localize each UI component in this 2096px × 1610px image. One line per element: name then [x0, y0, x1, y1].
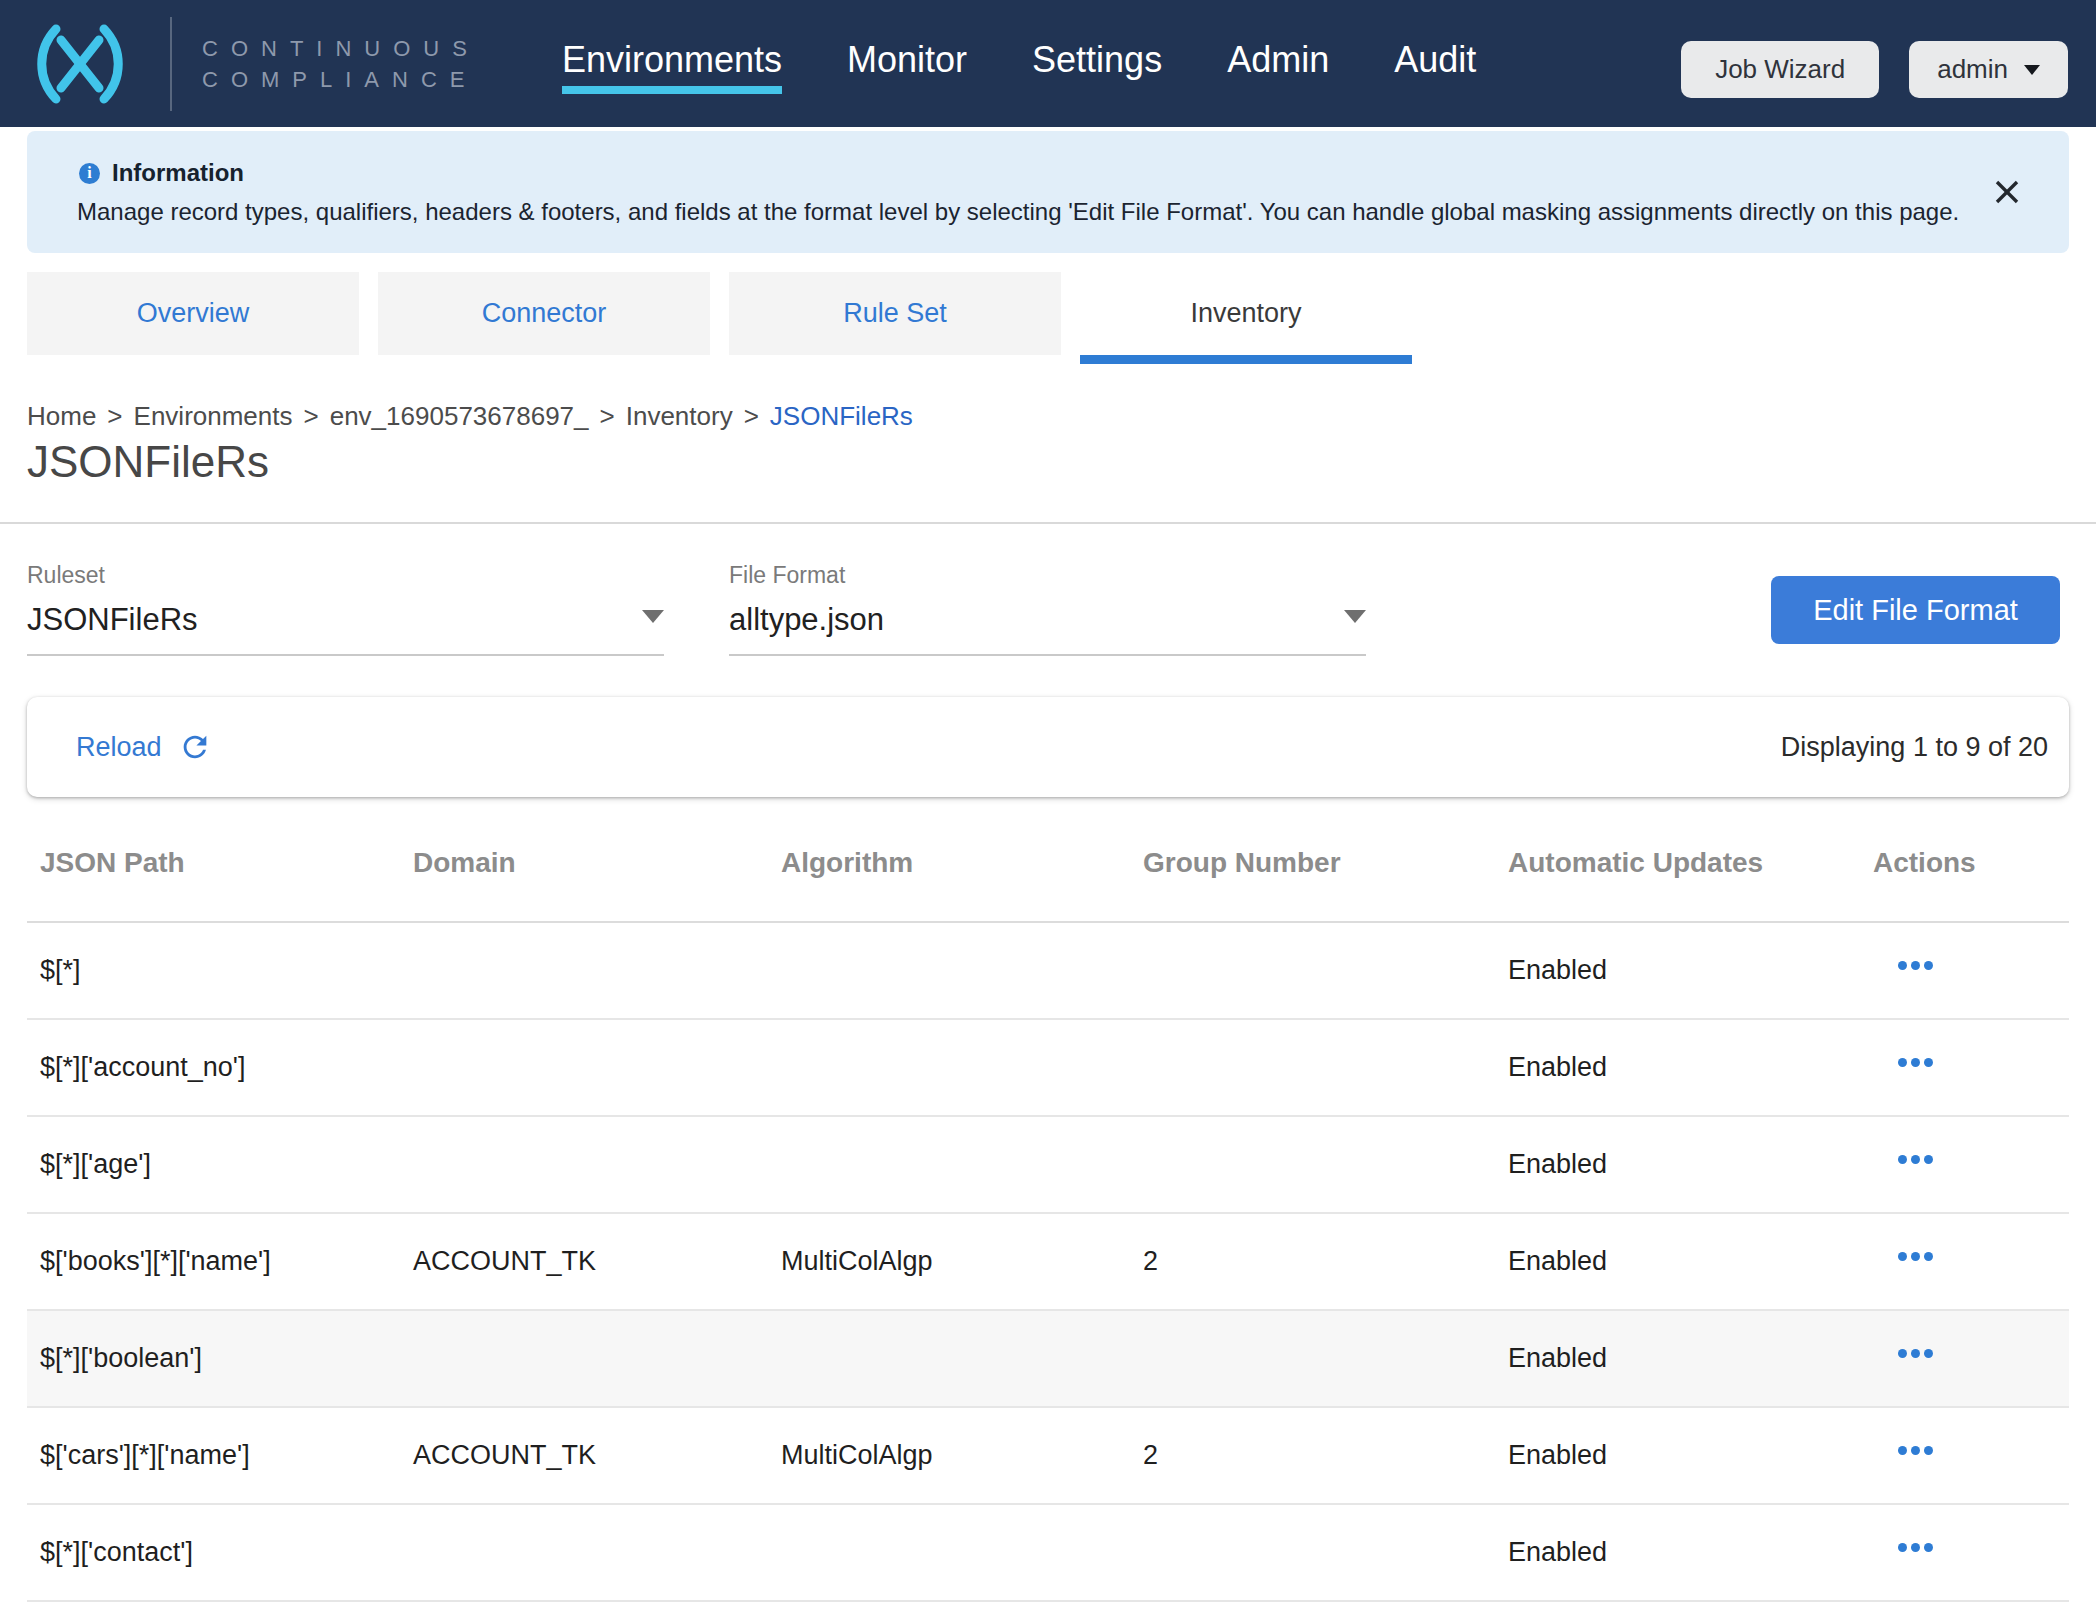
cell-algorithm: MultiColAlgp — [781, 1440, 1143, 1471]
row-actions-menu-icon[interactable] — [1873, 1058, 2069, 1067]
cell-json-path: $[*] — [27, 955, 413, 986]
cell-group-number: 2 — [1143, 1246, 1508, 1277]
table-row: $[*]['contact'] Enabled — [27, 1505, 2069, 1602]
breadcrumb: Home > Environments > env_1690573678697_ > Inv… — [27, 401, 2069, 431]
cell-automatic-updates: Enabled — [1508, 955, 1873, 986]
file-format-value: alltype.json — [729, 602, 884, 638]
brand-text: CONTINUOUS COMPLIANCE — [202, 33, 480, 95]
col-actions: Actions — [1873, 847, 2069, 879]
nav-item-environments[interactable]: Environments — [562, 42, 782, 78]
dropdown-arrow-icon — [642, 610, 664, 623]
col-json-path: JSON Path — [27, 847, 413, 879]
refresh-icon — [178, 730, 212, 764]
cell-json-path: $[*]['contact'] — [27, 1537, 413, 1568]
breadcrumb-separator: > — [744, 401, 759, 431]
user-label: admin — [1937, 54, 2008, 85]
row-actions-menu-icon[interactable] — [1873, 1446, 2069, 1455]
row-actions-menu-icon[interactable] — [1873, 1252, 2069, 1261]
table-row: $[*]['account_no'] Enabled — [27, 1020, 2069, 1117]
edit-file-format-button[interactable]: Edit File Format — [1771, 576, 2060, 644]
nav-menu: Environments Monitor Settings Admin Audi… — [562, 42, 1476, 78]
cell-json-path: $['books'][*]['name'] — [27, 1246, 413, 1277]
cell-automatic-updates: Enabled — [1508, 1246, 1873, 1277]
tab-connector[interactable]: Connector — [378, 272, 710, 355]
tab-inventory[interactable]: Inventory — [1080, 272, 1412, 355]
cell-json-path: $['cars'][*]['name'] — [27, 1440, 413, 1471]
cell-json-path: $[*]['boolean'] — [27, 1343, 413, 1374]
file-format-label: File Format — [729, 562, 1366, 588]
brand-line2: COMPLIANCE — [202, 64, 480, 95]
col-domain: Domain — [413, 847, 781, 879]
user-menu-button[interactable]: admin — [1909, 41, 2068, 98]
ruleset-select[interactable]: Ruleset JSONFileRs — [27, 562, 664, 656]
nav-right: Job Wizard admin — [1681, 41, 2068, 98]
breadcrumb-env[interactable]: env_1690573678697_ — [330, 401, 589, 431]
row-actions-menu-icon[interactable] — [1873, 1349, 2069, 1358]
reload-button[interactable]: Reload — [76, 730, 212, 764]
cell-group-number: 2 — [1143, 1440, 1508, 1471]
cell-domain: ACCOUNT_TK — [413, 1440, 781, 1471]
info-banner: i Information Manage record types, quali… — [27, 131, 2069, 253]
breadcrumb-current: JSONFileRs — [770, 401, 913, 431]
cell-domain: ACCOUNT_TK — [413, 1246, 781, 1277]
tab-overview[interactable]: Overview — [27, 272, 359, 355]
nav-item-settings[interactable]: Settings — [1032, 42, 1162, 78]
filters-section: Ruleset JSONFileRs File Format alltype.j… — [0, 524, 2096, 656]
breadcrumb-home[interactable]: Home — [27, 401, 96, 431]
displaying-count: Displaying 1 to 9 of 20 — [1781, 732, 2048, 763]
cell-json-path: $[*]['account_no'] — [27, 1052, 413, 1083]
info-icon: i — [79, 163, 100, 184]
caret-down-icon — [2024, 65, 2040, 75]
col-automatic-updates: Automatic Updates — [1508, 847, 1873, 879]
table-row: $[*]['age'] Enabled — [27, 1117, 2069, 1214]
top-nav: CONTINUOUS COMPLIANCE Environments Monit… — [0, 0, 2096, 127]
cell-algorithm: MultiColAlgp — [781, 1246, 1143, 1277]
table-body: $[*] Enabled $[*]['account_no'] Enabled … — [27, 923, 2069, 1602]
nav-item-audit[interactable]: Audit — [1394, 42, 1476, 78]
dropdown-arrow-icon — [1344, 610, 1366, 623]
job-wizard-button[interactable]: Job Wizard — [1681, 41, 1879, 98]
table-row: $['books'][*]['name'] ACCOUNT_TK MultiCo… — [27, 1214, 2069, 1311]
cell-automatic-updates: Enabled — [1508, 1440, 1873, 1471]
tab-rule-set[interactable]: Rule Set — [729, 272, 1061, 355]
reload-label: Reload — [76, 732, 162, 763]
tab-bar: Overview Connector Rule Set Inventory — [27, 272, 2069, 355]
job-wizard-label: Job Wizard — [1715, 54, 1845, 85]
table-row: $['cars'][*]['name'] ACCOUNT_TK MultiCol… — [27, 1408, 2069, 1505]
col-algorithm: Algorithm — [781, 847, 1143, 879]
nav-divider — [170, 17, 172, 111]
ruleset-value: JSONFileRs — [27, 602, 198, 638]
breadcrumb-separator: > — [304, 401, 319, 431]
breadcrumb-environments[interactable]: Environments — [134, 401, 293, 431]
cell-json-path: $[*]['age'] — [27, 1149, 413, 1180]
cell-automatic-updates: Enabled — [1508, 1537, 1873, 1568]
ruleset-label: Ruleset — [27, 562, 664, 588]
delphix-logo-icon — [28, 23, 132, 105]
banner-message: Manage record types, qualifiers, headers… — [77, 198, 1989, 226]
cell-automatic-updates: Enabled — [1508, 1343, 1873, 1374]
row-actions-menu-icon[interactable] — [1873, 1155, 2069, 1164]
table-row: $[*] Enabled — [27, 923, 2069, 1020]
file-format-select[interactable]: File Format alltype.json — [729, 562, 1366, 656]
page-title: JSONFileRs — [27, 437, 2069, 487]
inventory-table: JSON Path Domain Algorithm Group Number … — [27, 797, 2069, 1602]
brand-line1: CONTINUOUS — [202, 33, 480, 64]
breadcrumb-inventory[interactable]: Inventory — [626, 401, 733, 431]
reload-toolbar: Reload Displaying 1 to 9 of 20 — [27, 697, 2069, 797]
close-icon[interactable] — [1992, 177, 2022, 207]
col-group-number: Group Number — [1143, 847, 1508, 879]
nav-item-admin[interactable]: Admin — [1227, 42, 1329, 78]
nav-item-monitor[interactable]: Monitor — [847, 42, 967, 78]
table-row: $[*]['boolean'] Enabled — [27, 1311, 2069, 1408]
breadcrumb-separator: > — [107, 401, 122, 431]
cell-automatic-updates: Enabled — [1508, 1149, 1873, 1180]
row-actions-menu-icon[interactable] — [1873, 1543, 2069, 1552]
breadcrumb-separator: > — [600, 401, 615, 431]
cell-automatic-updates: Enabled — [1508, 1052, 1873, 1083]
table-header: JSON Path Domain Algorithm Group Number … — [27, 797, 2069, 923]
banner-title: Information — [112, 159, 244, 187]
row-actions-menu-icon[interactable] — [1873, 961, 2069, 970]
